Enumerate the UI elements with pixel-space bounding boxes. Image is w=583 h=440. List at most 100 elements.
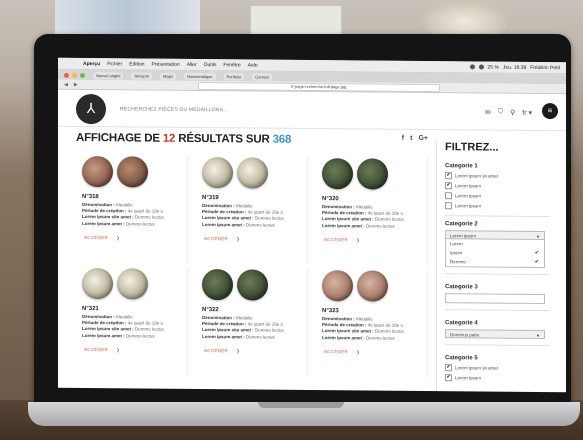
coin-reverse-image[interactable]	[357, 270, 388, 302]
access-link[interactable]: ACCÉDER ❭	[324, 237, 427, 244]
value: 4e quart du 19e s.	[247, 209, 285, 215]
browser-tab[interactable]: Maps	[160, 72, 176, 80]
coin-obverse-image[interactable]	[202, 269, 233, 301]
wifi-icon[interactable]	[469, 64, 475, 70]
category-1-option[interactable]: ✔ Lorem ipsum	[445, 182, 561, 190]
dropdown-option[interactable]: Demmo ✔	[446, 257, 544, 267]
label: Lorem ipsum site amet :	[322, 216, 374, 222]
category-1-option[interactable]: ✔ Lorem ipsum sit amet	[445, 172, 561, 180]
checkbox-checked-icon[interactable]: ✔	[445, 172, 452, 180]
search-input[interactable]: RECHERCHEZ PIÈCES OU MÉDAILLONS...	[120, 106, 228, 113]
checkbox-icon[interactable]	[445, 192, 452, 200]
menu-item-help[interactable]: Aide	[248, 62, 258, 68]
menubar-user[interactable]: Frédéric Petit	[530, 64, 560, 70]
label: Lorem ipsum amet :	[322, 222, 365, 229]
access-link[interactable]: ACCÉDER ❭	[84, 235, 187, 242]
menu-item-file[interactable]: Fichier	[107, 61, 122, 67]
coin-reverse-image[interactable]	[357, 158, 388, 190]
option-label: Lorem ipsum	[455, 183, 482, 189]
category-4-select[interactable]: Dommus patre ▼	[445, 329, 545, 340]
window-background	[55, 0, 200, 38]
zoom-window-icon[interactable]	[80, 72, 85, 78]
results-count: 12	[162, 132, 176, 145]
coin-obverse-image[interactable]	[202, 157, 233, 189]
back-icon[interactable]: ◀	[64, 81, 68, 87]
value: Demmo lectus	[375, 216, 404, 223]
checkbox-checked-icon[interactable]: ✔	[445, 182, 452, 190]
menubar-clock[interactable]: Jeu. 16:39	[503, 64, 526, 70]
category-3-input[interactable]	[445, 293, 545, 305]
menu-item-go[interactable]: Aller	[187, 61, 197, 67]
url-field[interactable]: fr-page-recherche-full-page.jpg	[197, 81, 440, 92]
browser-tab[interactable]: Amazon	[131, 71, 153, 80]
result-card[interactable]: N°320 Dénomination : Médaille Période de…	[316, 156, 428, 266]
menu-item-edit[interactable]: Édition	[129, 61, 144, 67]
coin-reverse-image[interactable]	[237, 269, 268, 301]
site-logo[interactable]: ⅄	[76, 93, 106, 125]
category-1-option[interactable]: Lorem ipsum	[445, 202, 561, 210]
menu-item-view[interactable]: Présentation	[152, 61, 180, 67]
label: Lorem ipsum site amet :	[202, 215, 254, 221]
access-label: ACCÉDER	[84, 234, 109, 241]
checkbox-icon[interactable]	[445, 202, 452, 210]
coin-reverse-image[interactable]	[117, 156, 148, 188]
close-window-icon[interactable]	[64, 72, 69, 78]
filter-title: FILTREZ...	[445, 141, 499, 154]
checkbox-checked-icon[interactable]: ✔	[445, 364, 452, 372]
search-icon[interactable]: ⚲	[510, 109, 515, 117]
result-card[interactable]: N°319 Dénomination : Médaille Période de…	[196, 154, 308, 264]
access-link[interactable]: ACCÉDER ❭	[84, 347, 187, 354]
shield-icon[interactable]: ⛉	[498, 109, 503, 117]
mail-icon[interactable]: ✉	[485, 109, 491, 117]
bluetooth-icon[interactable]	[478, 64, 484, 70]
results-main: AFFICHAGE DE 12 RÉSULTATS SUR 368 f t G+…	[76, 132, 428, 378]
access-link[interactable]: ACCÉDER ❭	[204, 348, 307, 355]
category-5-option[interactable]: ✔ Lorem ipsum sit amet	[445, 364, 561, 372]
label: Dénomination :	[82, 201, 115, 208]
access-link[interactable]: ACCÉDER ❭	[204, 236, 307, 243]
site-header: ⅄ RECHERCHEZ PIÈCES OU MÉDAILLONS... ✉ ⛉…	[58, 89, 566, 132]
header-icons: ✉ ⛉ ⚲ fr ▾	[485, 109, 532, 117]
result-card[interactable]: N°318 Dénomination : Médaille Période de…	[76, 153, 188, 263]
browser-tab[interactable]: Nouvel onglet	[93, 71, 124, 79]
title-middle: RÉSULTATS SUR	[178, 132, 270, 146]
browser-tab[interactable]: Contact	[252, 72, 272, 81]
label: Dénomination :	[202, 203, 235, 209]
browser-tab[interactable]: Numismatique	[183, 72, 216, 80]
checkbox-checked-icon[interactable]: ✔	[445, 374, 452, 382]
laptop-notch	[258, 402, 344, 408]
menu-button[interactable]: ≡	[542, 103, 558, 120]
language-selector[interactable]: fr ▾	[522, 109, 532, 117]
option-label: Demmo	[450, 259, 466, 265]
menu-item-window[interactable]: Fenêtre	[223, 62, 240, 68]
coin-reverse-image[interactable]	[237, 157, 268, 189]
coin-obverse-image[interactable]	[322, 158, 353, 190]
coin-obverse-image[interactable]	[82, 155, 113, 188]
menu-item-app[interactable]: Aperçu	[83, 61, 100, 67]
coin-obverse-image[interactable]	[322, 270, 353, 302]
browser-tab[interactable]: Portfolio	[223, 72, 245, 80]
battery-percent[interactable]: 25 %	[488, 64, 499, 70]
chevron-right-icon: ❭	[356, 349, 361, 355]
result-card[interactable]: N°323 Dénomination : Médaille Période de…	[316, 268, 428, 378]
facebook-icon[interactable]: f	[402, 135, 404, 142]
coin-obverse-image[interactable]	[82, 267, 113, 300]
results-total: 368	[272, 133, 292, 146]
label: Lorem ipsum amet :	[202, 333, 245, 340]
forward-icon[interactable]: ▶	[74, 81, 78, 87]
google-plus-icon[interactable]: G+	[418, 135, 428, 142]
coin-reverse-image[interactable]	[117, 268, 148, 300]
value: 4e quart du 19e s.	[127, 208, 165, 214]
menu-item-tools[interactable]: Outils	[204, 62, 217, 68]
minimize-window-icon[interactable]	[72, 72, 77, 78]
result-card[interactable]: N°322 Dénomination : Médaille Période de…	[196, 266, 308, 376]
access-link[interactable]: ACCÉDER ❭	[324, 349, 427, 356]
category-5-option[interactable]: ✔ Lorem ipsum	[445, 374, 561, 382]
category-1-option[interactable]: Lorem ipsum	[445, 192, 561, 200]
result-card[interactable]: N°321 Dénomination : Médaille Période de…	[76, 265, 188, 375]
card-number: N°322	[202, 307, 219, 314]
value: Demmo lectus	[246, 334, 275, 340]
statue	[420, 0, 510, 36]
twitter-icon[interactable]: t	[410, 135, 412, 142]
label: Période de création :	[322, 322, 367, 328]
